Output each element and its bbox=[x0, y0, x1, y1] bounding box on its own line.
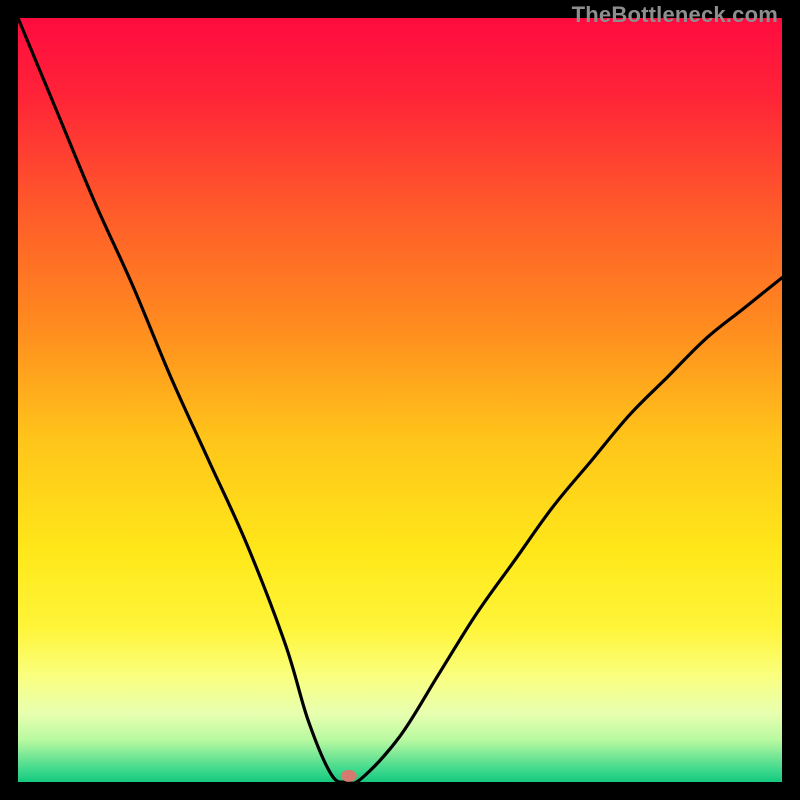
watermark-text: TheBottleneck.com bbox=[572, 2, 778, 28]
gradient-background bbox=[18, 18, 782, 782]
chart-frame bbox=[18, 18, 782, 782]
optimum-marker bbox=[341, 770, 357, 782]
plot-area bbox=[18, 18, 782, 782]
chart-svg bbox=[18, 18, 782, 782]
